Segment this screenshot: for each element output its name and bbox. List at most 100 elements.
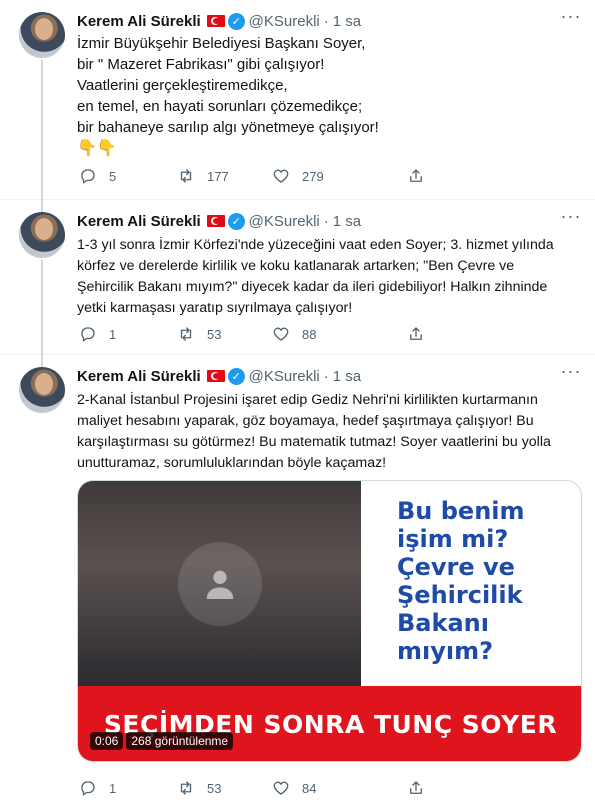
turkey-flag-icon <box>206 370 225 382</box>
tweet-line: maliyet hesabını yaparak, göz boyamaya, … <box>77 413 534 429</box>
headline-line: Çevre ve <box>397 553 515 581</box>
verified-badge-icon: ✓ <box>227 12 245 30</box>
author-name[interactable]: Kerem Ali Sürekli <box>77 213 201 230</box>
retweet-count: 177 <box>207 168 229 184</box>
more-icon[interactable]: ··· <box>557 362 585 385</box>
separator-dot: · <box>323 12 329 30</box>
author-name[interactable]: Kerem Ali Sürekli <box>77 368 201 385</box>
avatar[interactable] <box>19 367 65 413</box>
more-icon[interactable]: ··· <box>557 7 585 30</box>
reply-button[interactable]: 1 <box>79 325 116 343</box>
verified-badge-icon: ✓ <box>227 212 245 230</box>
headline-panel: Bu benim işim mi? Çevre ve Şehircilik Ba… <box>361 481 581 686</box>
retweet-button[interactable]: 53 <box>177 779 221 797</box>
thread-line <box>41 260 43 355</box>
retweet-count: 53 <box>207 326 222 342</box>
headline-line: işim mi? <box>397 525 509 553</box>
retweet-button[interactable]: 53 <box>177 325 221 343</box>
tweet-line: Vaatlerini gerçekleştiremedikçe, <box>77 77 288 94</box>
tweet-line: yetki karmaşası yaratıp sıyrılmaya çalış… <box>77 300 353 316</box>
thread-line <box>41 355 43 367</box>
headline-line: Bu benim <box>397 497 525 525</box>
like-button[interactable]: 279 <box>272 167 324 185</box>
turkey-flag-icon <box>206 215 225 227</box>
tweet-header: Kerem Ali Sürekli ✓ @KSurekli · 1 sa <box>77 10 582 32</box>
like-count: 88 <box>302 326 317 342</box>
author-handle[interactable]: @KSurekli <box>249 368 320 385</box>
tweet-line: en temel, en hayati sorunları çözemedikç… <box>77 98 363 115</box>
more-icon[interactable]: ··· <box>557 207 585 230</box>
video-photo <box>78 481 361 686</box>
tweet-line: unutturamaz, sorumluluklarından böyle ka… <box>77 455 387 471</box>
tweet-header: Kerem Ali Sürekli ✓ @KSurekli · 1 sa <box>77 365 582 387</box>
tweet-line: körfez ve derelerde kirlilik ve koku kat… <box>77 258 515 274</box>
thread-line <box>41 60 43 200</box>
thread-line <box>41 200 43 212</box>
avatar[interactable] <box>19 212 65 258</box>
retweet-icon <box>180 781 192 795</box>
tweet-time[interactable]: 1 sa <box>333 368 361 385</box>
verified-badge-icon: ✓ <box>227 367 245 385</box>
retweet-button[interactable]: 177 <box>177 167 229 185</box>
retweet-count: 53 <box>207 780 222 796</box>
like-button[interactable]: 88 <box>272 325 316 343</box>
reply-count: 1 <box>109 780 117 796</box>
tweet-actions: 1 53 84 <box>77 777 497 799</box>
video-headline: Bu benim işim mi? Çevre ve Şehircilik Ba… <box>397 497 577 665</box>
reply-count: 5 <box>109 168 117 184</box>
tweet-line: karşılaştırması su götürmez! Bu matemati… <box>77 434 551 450</box>
turkey-flag-icon <box>206 15 225 27</box>
tweet-time[interactable]: 1 sa <box>333 213 361 230</box>
separator-dot: · <box>323 212 329 230</box>
retweet-icon <box>180 169 192 183</box>
tweet-line: 2-Kanal İstanbul Projesini işaret edip G… <box>77 392 538 408</box>
reply-button[interactable]: 5 <box>79 167 116 185</box>
share-button[interactable] <box>407 779 425 797</box>
reply-icon <box>81 169 95 184</box>
tweet-text: İzmir Büyükşehir Belediyesi Başkanı Soye… <box>77 33 582 159</box>
person-placeholder-icon <box>177 541 262 626</box>
headline-line: Bakanı <box>397 609 489 637</box>
share-icon <box>410 327 422 340</box>
author-handle[interactable]: @KSurekli <box>249 13 320 30</box>
reply-icon <box>81 781 95 796</box>
tweet-line: bir " Mazeret Fabrikası" gibi çalışıyor! <box>77 56 325 73</box>
tweet-text: 1-3 yıl sonra İzmir Körfezi'nde yüzeceği… <box>77 235 582 319</box>
headline-line: mıyım? <box>397 637 494 665</box>
tweet-actions: 1 53 88 <box>77 323 497 345</box>
like-count: 279 <box>302 168 324 184</box>
tweet-line: bir bahaneye sarılıp algı yönetmeye çalı… <box>77 119 379 136</box>
tweet-text: 2-Kanal İstanbul Projesini işaret edip G… <box>77 390 582 474</box>
avatar[interactable] <box>19 12 65 58</box>
reply-button[interactable]: 1 <box>79 779 116 797</box>
tweet-time[interactable]: 1 sa <box>333 13 361 30</box>
share-button[interactable] <box>407 325 425 343</box>
tweet-2[interactable]: Kerem Ali Sürekli ✓ @KSurekli · 1 sa 1-3… <box>0 200 595 355</box>
author-name[interactable]: Kerem Ali Sürekli <box>77 13 201 30</box>
heart-icon <box>273 327 289 341</box>
retweet-icon <box>180 327 192 341</box>
headline-line: Şehircilik <box>397 581 523 609</box>
author-handle[interactable]: @KSurekli <box>249 213 320 230</box>
heart-icon <box>273 781 289 795</box>
video-media[interactable]: Bu benim işim mi? Çevre ve Şehircilik Ba… <box>77 480 582 762</box>
tweet-line: 1-3 yıl sonra İzmir Körfezi'nde yüzeceği… <box>77 237 554 253</box>
tweet-1[interactable]: Kerem Ali Sürekli ✓ @KSurekli · 1 sa İzm… <box>0 0 595 200</box>
video-views: 268 görüntülenme <box>126 732 234 750</box>
share-icon <box>410 169 422 182</box>
video-banner: SEÇİMDEN SONRA TUNÇ SOYER <box>78 686 581 761</box>
pointing-down-emoji: 👇👇 <box>77 140 117 157</box>
separator-dot: · <box>323 367 329 385</box>
tweet-line: İzmir Büyükşehir Belediyesi Başkanı Soye… <box>77 35 366 52</box>
like-count: 84 <box>302 780 317 796</box>
tweet-line: Şehircilik Bakanı mıyım?" diyecek kadar … <box>77 279 548 295</box>
reply-count: 1 <box>109 326 117 342</box>
share-button[interactable] <box>407 167 425 185</box>
tweet-actions: 5 177 279 <box>77 165 497 187</box>
heart-icon <box>273 169 289 183</box>
video-overlay: 0:06 268 görüntülenme <box>90 732 234 750</box>
reply-icon <box>81 327 95 342</box>
video-duration: 0:06 <box>90 732 124 750</box>
like-button[interactable]: 84 <box>272 779 316 797</box>
share-icon <box>410 781 422 794</box>
